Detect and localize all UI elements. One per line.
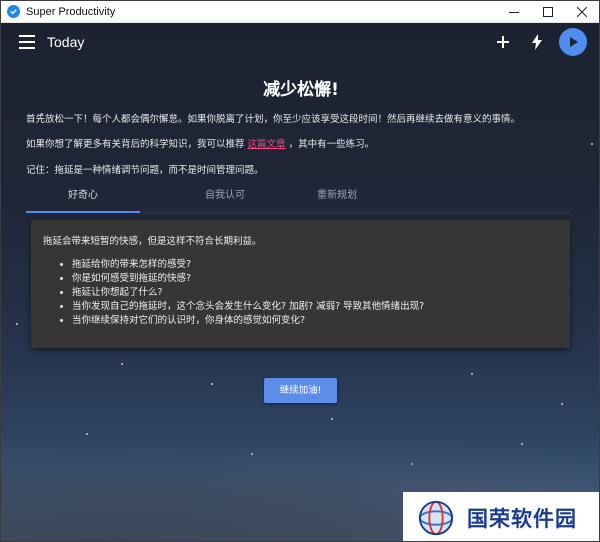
close-button[interactable] [565, 1, 599, 23]
intro-paragraph: 首先放松一下！每个人都会偶尔懈怠。如果你脱离了计划，你至少应该享受这段时间！然后… [26, 114, 521, 125]
science-text-after: ，其中有一些练习。 [288, 139, 375, 151]
hamburger-menu-icon[interactable] [19, 35, 35, 49]
lightning-icon[interactable] [521, 26, 553, 58]
article-link[interactable]: 这篇文章 [248, 139, 286, 150]
window-title: Super Productivity [26, 5, 116, 18]
watermark-text: 国荣软件园 [467, 506, 577, 531]
question-list: 拖延给你的带来怎样的感受? 你是如何感受到拖延的快感? 拖延让你想起了什么? 当… [72, 258, 570, 328]
list-item: 拖延让你想起了什么? [72, 286, 570, 300]
maximize-button[interactable] [531, 1, 565, 23]
tab-bar: 好奇心 自我认可 重新规划 [26, 183, 570, 213]
app-logo-icon [7, 5, 20, 18]
procrastination-content: 减少松懈! 首先放松一下！每个人都会偶尔懈怠。如果你脱离了计划，你至少应该享受这… [26, 61, 576, 177]
list-item: 你是如何感受到拖延的快感? [72, 272, 570, 286]
watermark: 国荣软件园 [403, 492, 599, 541]
continue-button[interactable]: 继续加油! [264, 378, 337, 403]
main-toolbar: Today [1, 23, 599, 61]
remember-paragraph: 记住：拖延是一种情绪调节问题，而不是时间管理问题。 [26, 164, 264, 176]
page-heading: 减少松懈! [263, 80, 339, 100]
minimize-button[interactable] [497, 1, 531, 23]
science-paragraph: 如果你想了解更多有关背后的科学知识，我可以推荐 这篇文章 ，其中有一些练习。 [26, 139, 576, 151]
tab-self-acceptance[interactable]: 自我认可 [168, 183, 282, 213]
card-intro: 拖延会带来短暂的快感，但是这样不符合长期利益。 [43, 236, 262, 247]
list-item: 拖延给你的带来怎样的感受? [72, 258, 570, 272]
play-button[interactable] [559, 28, 587, 56]
app-window: Super Productivity Today 减少松懈! 首先放松一下！每个… [0, 0, 600, 542]
view-title: Today [47, 34, 85, 50]
tab-replanning[interactable]: 重新规划 [280, 183, 394, 213]
window-controls [497, 1, 599, 23]
science-text-before: 如果你想了解更多有关背后的科学知识，我可以推荐 [26, 139, 245, 151]
tab-content-card: 拖延会带来短暂的快感，但是这样不符合长期利益。 拖延给你的带来怎样的感受? 你是… [31, 220, 570, 348]
globe-logo-icon [418, 500, 454, 535]
list-item: 当你继续保持对它们的认识时，你身体的感觉如何变化? [72, 314, 570, 328]
list-item: 当你发现自己的拖延时，这个念头会发生什么变化? 加剧? 减弱? 导致其他情绪出现… [72, 300, 570, 314]
add-task-icon[interactable] [487, 26, 519, 58]
tab-curiosity[interactable]: 好奇心 [26, 183, 140, 213]
title-bar[interactable]: Super Productivity [1, 1, 599, 23]
